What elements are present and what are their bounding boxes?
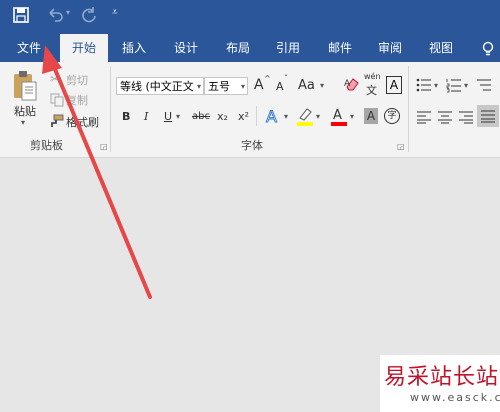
annotation-arrow — [42, 45, 152, 299]
watermark: 易采站长站 www.easck.com — [380, 355, 500, 412]
watermark-url: www.easck.com — [410, 391, 500, 404]
watermark-title: 易采站长站 — [384, 365, 500, 390]
